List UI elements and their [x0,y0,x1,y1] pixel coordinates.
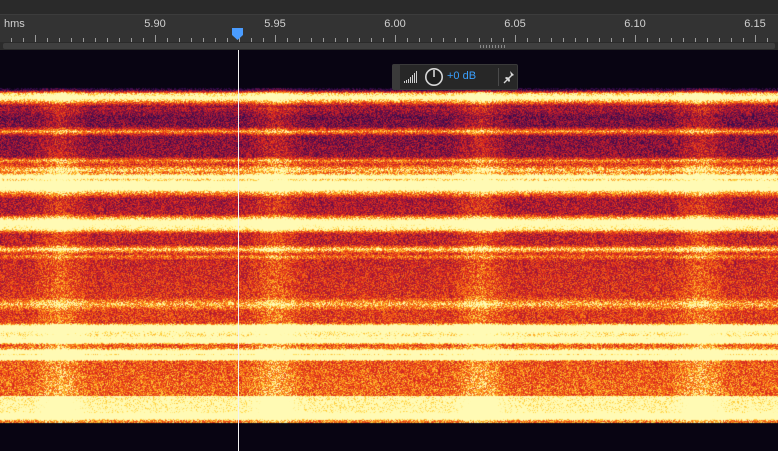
gain-value[interactable]: +0 dB [447,70,476,82]
playhead-line[interactable] [238,50,239,451]
ruler-label-5-90: 5.90 [144,18,166,30]
ruler-tick [155,35,156,42]
ruler-tick [275,35,276,42]
gain-hud[interactable]: +0 dB [392,64,518,90]
ruler-tick [515,35,516,42]
ruler-label-5-95: 5.95 [264,18,286,30]
ruler-tick [755,35,756,42]
ruler-unit-label: hms [4,18,25,30]
playhead-marker-icon[interactable] [232,28,243,40]
ruler-tick [35,35,36,42]
spectrogram-display[interactable] [0,50,778,451]
horizontal-scrollbar[interactable] [0,42,778,50]
signal-bars-icon [404,71,417,83]
hud-divider [498,68,499,86]
top-bar [0,0,778,14]
gain-knob-icon[interactable] [424,67,444,87]
ruler-tick [395,35,396,42]
hud-drag-handle[interactable] [393,65,400,89]
ruler-label-6-15: 6.15 [744,18,766,30]
scrollbar-grip-icon[interactable] [480,45,506,48]
ruler-label-6-10: 6.10 [624,18,646,30]
pin-icon[interactable] [503,70,515,84]
ruler-label-6-05: 6.05 [504,18,526,30]
ruler-label-6-00: 6.00 [384,18,406,30]
scrollbar-thumb[interactable] [3,43,775,49]
time-ruler[interactable]: hms 5.90 5.95 6.00 6.05 6.10 6.15 [0,14,778,42]
ruler-tick [635,35,636,42]
